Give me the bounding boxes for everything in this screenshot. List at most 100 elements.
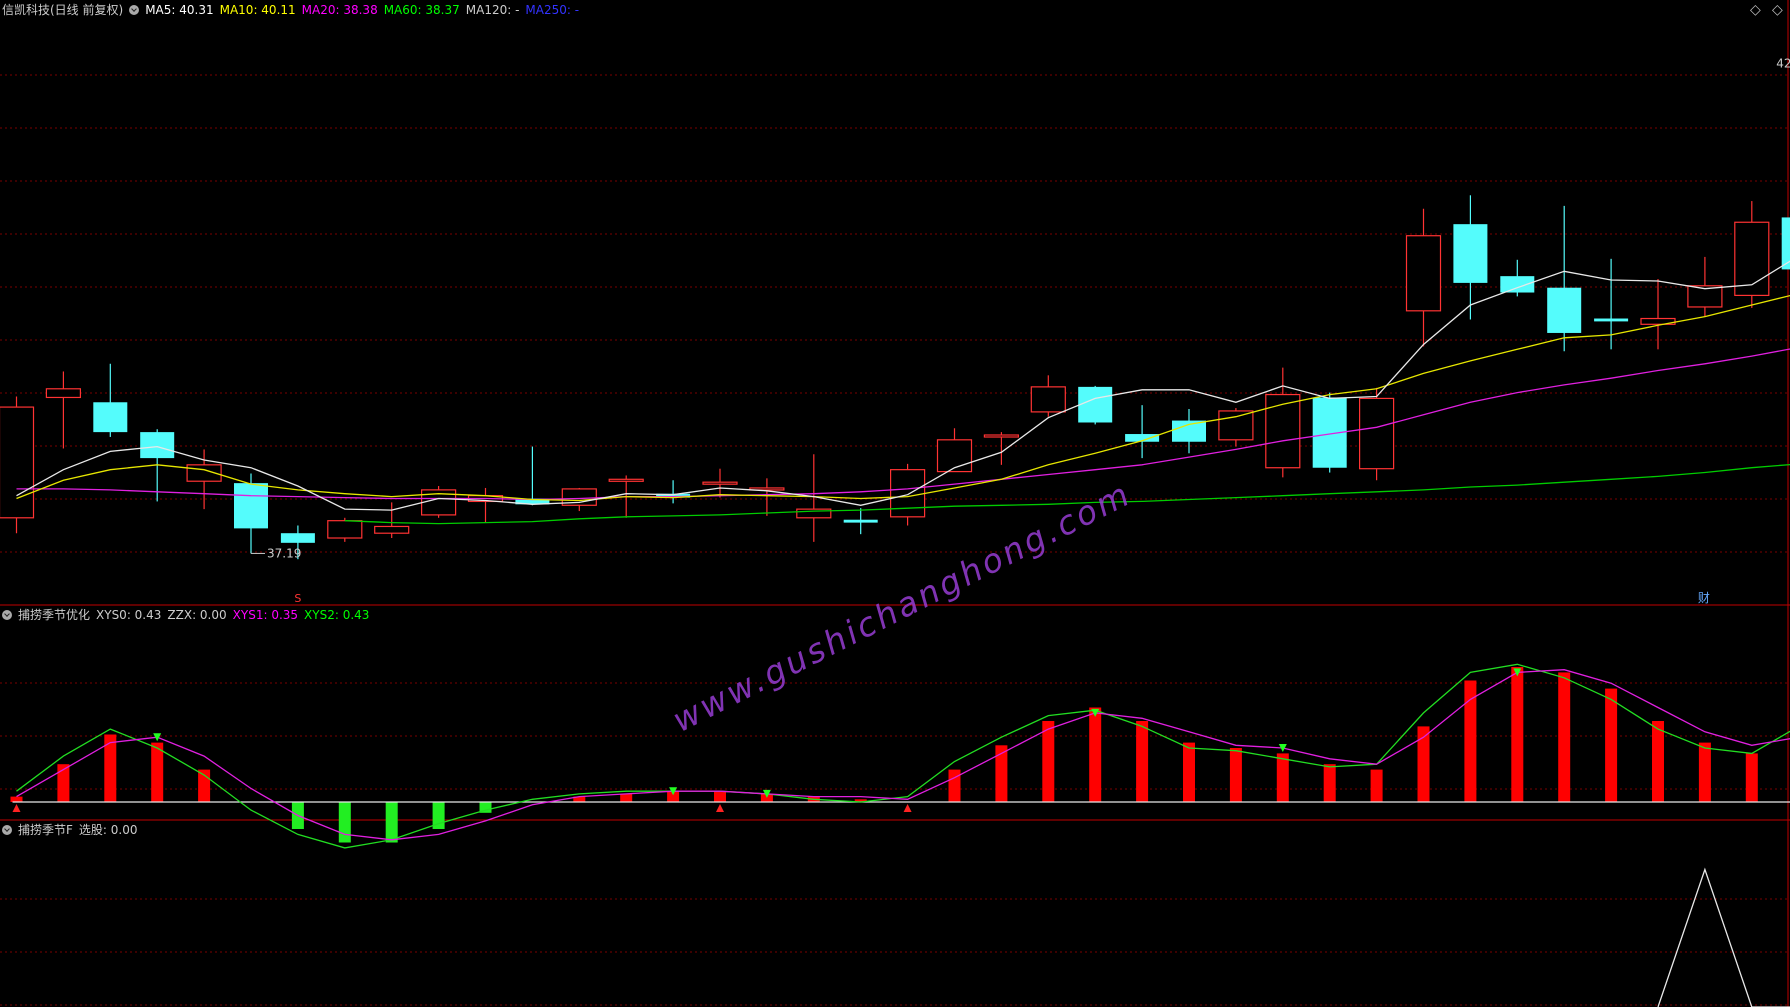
candle <box>1265 367 1301 478</box>
price-panel[interactable]: 42.50 37.19 S 财 <box>0 57 1790 605</box>
candle <box>796 454 832 542</box>
indicator-title-1: 捕捞季节优化 <box>18 608 91 622</box>
candle-body-up <box>936 439 973 473</box>
grid-lines <box>0 74 1788 1006</box>
xys1-line <box>16 669 1790 841</box>
candle-body-up <box>702 481 738 485</box>
candle-body-up <box>608 478 644 482</box>
indicator-panel-buolaojijie-f[interactable]: 5.938 <box>1657 867 1790 1007</box>
settings-circle-icon[interactable] <box>129 5 140 15</box>
indicator-header-2: 捕捞季节F 选股: 0.00 <box>0 820 149 840</box>
ma-legend-item-2: MA20: 38.38 <box>301 3 378 17</box>
indicator-legend-item-2: XYS1: 0.35 <box>232 608 299 622</box>
candle <box>1640 279 1676 350</box>
candle-body-down <box>1594 318 1629 322</box>
indicator-bar <box>714 791 726 802</box>
candle-body-up <box>983 434 1020 438</box>
settings-circle-icon[interactable] <box>2 825 12 835</box>
finance-marker: 财 <box>1698 591 1710 605</box>
indicator-bar <box>1042 721 1055 802</box>
candle-body-up <box>1218 410 1254 441</box>
indicator-bar <box>1511 667 1524 802</box>
candle <box>1781 217 1790 270</box>
indicator-bar <box>385 802 398 843</box>
indicator-bar <box>1370 769 1383 802</box>
candle-body-up <box>0 406 35 519</box>
candle <box>936 428 973 473</box>
ma-legend-item-5: MA250: - <box>525 3 580 17</box>
indicator-bar <box>1652 721 1664 802</box>
chart-canvas: 42.50 37.19 S 财 5.938 <box>0 0 1790 1007</box>
low-label: 37.19 <box>267 546 301 560</box>
candle-body-up <box>889 469 926 518</box>
candle <box>0 396 35 534</box>
candle-body-down <box>1500 276 1535 293</box>
candle <box>1078 385 1113 425</box>
selection-line <box>1657 867 1790 1007</box>
candle-body-up <box>374 525 410 534</box>
stock-title: 信凯科技(日线 前复权) <box>2 3 124 17</box>
indicator-bar <box>1558 672 1571 802</box>
settings-circle-icon[interactable] <box>2 610 12 620</box>
high-label: 42.50 <box>1776 57 1790 71</box>
indicator-legend-2: 选股: 0.00 <box>79 823 144 837</box>
candle <box>1172 409 1206 454</box>
candle-body-down <box>1453 224 1488 283</box>
candle-body-up <box>1030 386 1066 413</box>
indicator-bar <box>1183 742 1195 802</box>
candle <box>1030 375 1066 417</box>
indicator-bar <box>1605 688 1618 802</box>
price-panel-header: 信凯科技(日线 前复权) MA5: 40.31 MA10: 40.11 MA20: 3… <box>0 0 591 20</box>
candle <box>843 508 878 535</box>
ma-legend-item-1: MA10: 40.11 <box>219 3 296 17</box>
candle <box>1547 205 1582 352</box>
indicator-legend-item-0: XYS0: 0.43 <box>96 608 162 622</box>
indicator-legend-item-3: XYS2: 0.43 <box>304 608 370 622</box>
candle <box>45 371 82 449</box>
candle <box>702 468 738 498</box>
candle-body-down <box>234 483 268 529</box>
candle <box>1500 259 1535 297</box>
indicator-bar <box>151 742 164 802</box>
indicator-bar <box>1323 764 1336 802</box>
indicator-legend-item-0: 选股: 0.00 <box>78 823 138 837</box>
candle <box>93 363 128 437</box>
indicator-bar <box>10 796 23 802</box>
ma-legend-item-3: MA60: 38.37 <box>383 3 460 17</box>
candle <box>515 446 550 506</box>
ma-legend: MA5: 40.31 MA10: 40.11 MA20: 38.38 MA60: 38… <box>145 3 585 17</box>
candle-body-up <box>327 520 363 539</box>
indicator-bar <box>1698 742 1711 802</box>
ma-legend-item-0: MA5: 40.31 <box>145 3 214 17</box>
indicator-bar <box>1229 748 1242 802</box>
ma-legend-item-4: MA120: - <box>465 3 520 17</box>
indicator-bar <box>1089 707 1102 802</box>
indicator-bar <box>948 769 961 802</box>
candle <box>1734 201 1770 308</box>
diamond-icon[interactable]: ◇ <box>1750 2 1761 18</box>
candle-body-down <box>1172 420 1206 442</box>
candle-body-down <box>1547 287 1582 333</box>
indicator-bar <box>1136 721 1149 802</box>
candle-body-down <box>843 519 878 523</box>
buy-arrow-icon <box>12 804 21 812</box>
candle-body-up <box>1405 235 1442 312</box>
candle-body-up <box>1358 397 1395 470</box>
candle-body-down <box>1078 386 1113 423</box>
candle-body-up <box>1265 393 1301 469</box>
indicator-bar <box>338 802 351 843</box>
indicator-title-2: 捕捞季节F <box>18 823 73 837</box>
candle-body-down <box>140 432 175 459</box>
diamond-icon[interactable]: ◇ <box>1772 2 1783 18</box>
candle <box>186 449 222 510</box>
candle <box>467 487 504 523</box>
indicator-bar <box>620 793 633 802</box>
ma5-line <box>16 260 1790 511</box>
buy-arrow-icon <box>716 804 724 812</box>
indicator-header-1: 捕捞季节优化 XYS0: 0.43 ZZX: 0.00 XYS1: 0.35 XYS2:… <box>0 605 381 625</box>
candle-body-down <box>280 533 315 543</box>
candle <box>1405 208 1442 347</box>
indicator-legend-1: XYS0: 0.43 ZZX: 0.00 XYS1: 0.35 XYS2: 0.43 <box>96 608 375 622</box>
candle <box>1358 387 1395 481</box>
indicator-bar <box>1745 753 1758 802</box>
